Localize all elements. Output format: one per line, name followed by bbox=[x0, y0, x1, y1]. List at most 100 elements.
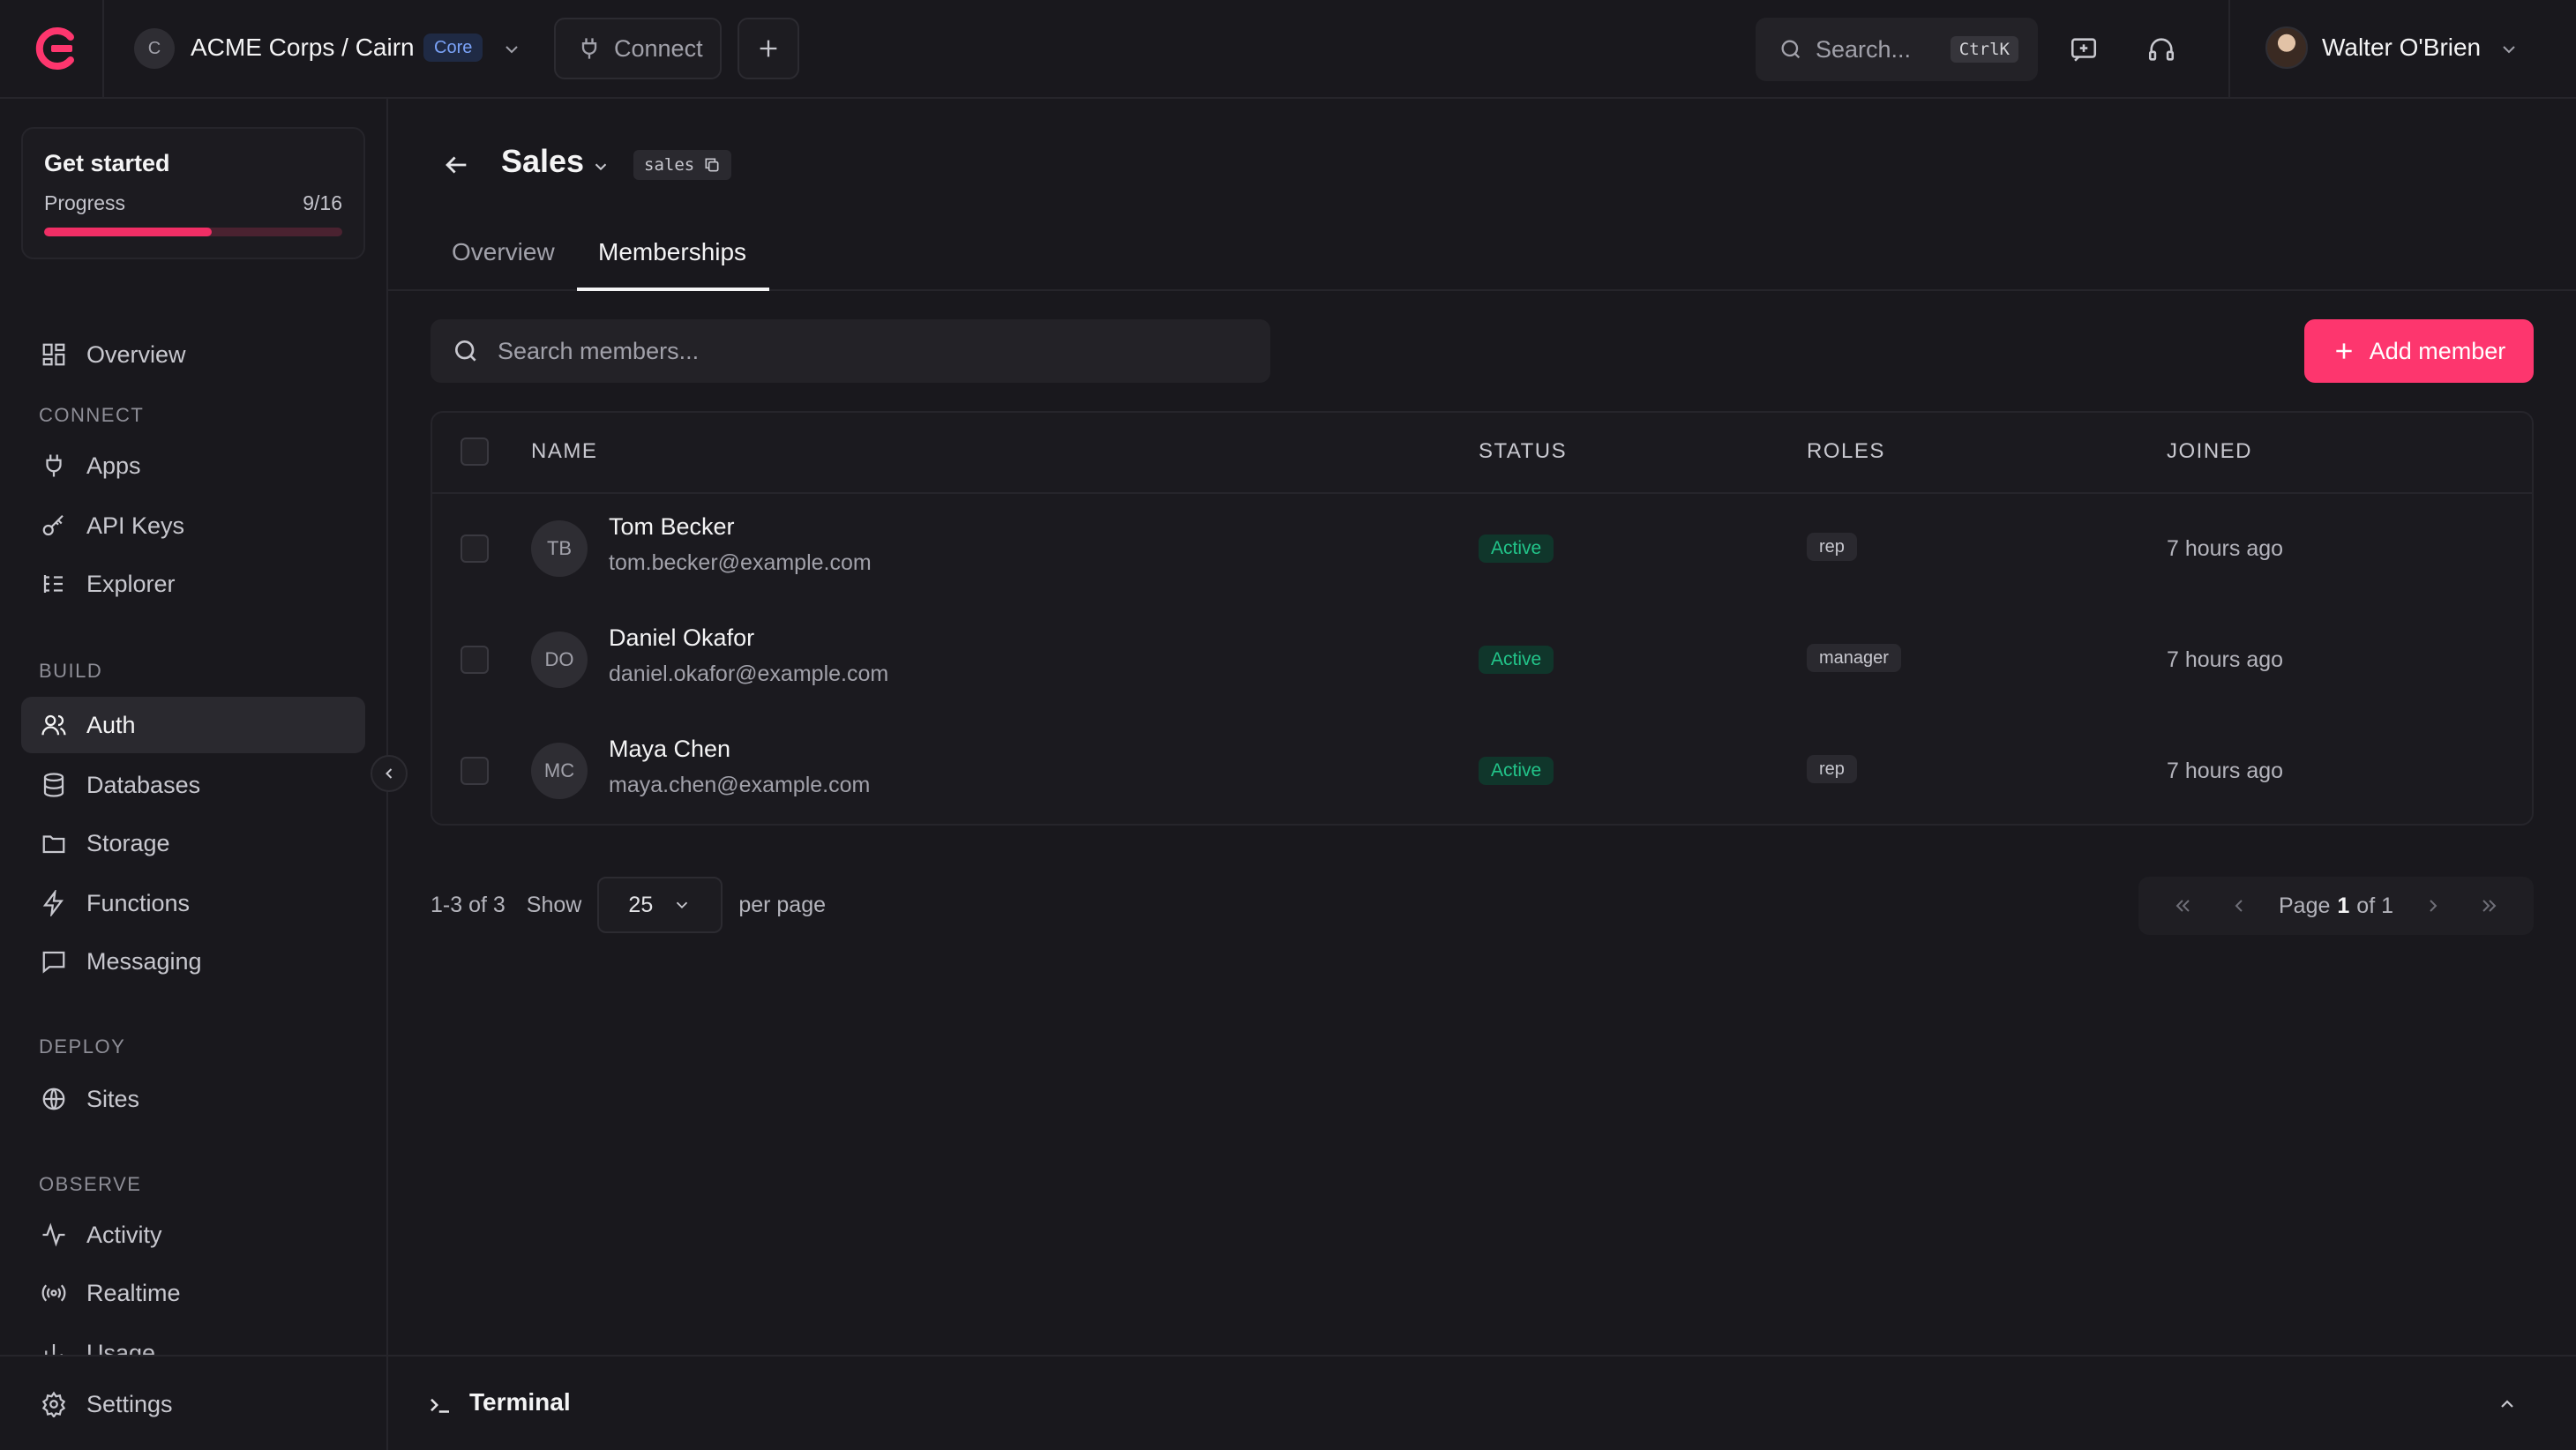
column-name[interactable]: NAME bbox=[531, 439, 597, 464]
pagination-summary: 1-3 of 3 Show 25 per page bbox=[431, 877, 826, 933]
row-checkbox[interactable] bbox=[461, 646, 489, 674]
column-status[interactable]: STATUS bbox=[1479, 439, 1567, 464]
prev-page-icon[interactable] bbox=[2211, 885, 2267, 927]
member-name: Maya Chen bbox=[609, 736, 731, 762]
sidebar-item-label: Apps bbox=[86, 452, 141, 479]
project-avatar[interactable]: C bbox=[134, 28, 175, 69]
globe-icon bbox=[39, 1084, 69, 1114]
sidebar-item-explorer[interactable]: Explorer bbox=[21, 556, 365, 612]
members-table: NAME STATUS ROLES JOINED TB Tom Becker t… bbox=[431, 411, 2534, 826]
range-text: 1-3 of 3 bbox=[431, 892, 505, 917]
sidebar-item-label: Overview bbox=[86, 340, 186, 368]
create-button[interactable] bbox=[738, 18, 799, 79]
role-badge: rep bbox=[1807, 755, 1857, 783]
list-tree-icon bbox=[39, 569, 69, 599]
tab-memberships[interactable]: Memberships bbox=[577, 228, 769, 291]
sidebar-item-label: Storage bbox=[86, 829, 170, 856]
section-build: BUILD bbox=[39, 660, 103, 682]
sidebar-item-api-keys[interactable]: API Keys bbox=[21, 497, 365, 554]
sidebar-item-realtime[interactable]: Realtime bbox=[21, 1265, 365, 1321]
first-page-icon[interactable] bbox=[2154, 885, 2211, 927]
chevron-left-icon bbox=[380, 765, 398, 782]
chevron-up-icon[interactable] bbox=[2497, 1394, 2518, 1415]
project-switcher[interactable]: ACME Corps / Cairn bbox=[191, 34, 415, 62]
chevron-down-icon[interactable] bbox=[591, 157, 610, 176]
pagination-controls: Page 1 of 1 bbox=[2138, 877, 2534, 935]
user-avatar[interactable] bbox=[2265, 26, 2308, 69]
member-email: maya.chen@example.com bbox=[609, 773, 871, 797]
collapse-sidebar-button[interactable] bbox=[371, 755, 408, 792]
tab-overview[interactable]: Overview bbox=[452, 228, 575, 291]
sidebar-item-messaging[interactable]: Messaging bbox=[21, 933, 365, 990]
sidebar-item-overview[interactable]: Overview bbox=[21, 326, 365, 383]
section-observe: OBSERVE bbox=[39, 1173, 142, 1195]
page-current: 1 bbox=[2337, 893, 2350, 918]
sidebar-item-auth[interactable]: Auth bbox=[21, 697, 365, 753]
status-badge: Active bbox=[1479, 757, 1554, 785]
joined-time: 7 hours ago bbox=[2167, 759, 2284, 783]
row-checkbox[interactable] bbox=[461, 534, 489, 563]
chevron-down-icon bbox=[672, 895, 692, 915]
joined-time: 7 hours ago bbox=[2167, 647, 2284, 672]
table-row[interactable]: DO Daniel Okafor daniel.okafor@example.c… bbox=[432, 605, 2532, 716]
chevron-down-icon[interactable] bbox=[501, 39, 522, 60]
support-headset-icon[interactable] bbox=[2144, 32, 2179, 67]
divider bbox=[2228, 0, 2230, 99]
folder-icon bbox=[39, 828, 69, 858]
get-started-title: Get started bbox=[44, 150, 170, 176]
appwrite-logo-icon[interactable] bbox=[32, 26, 76, 71]
row-checkbox[interactable] bbox=[461, 757, 489, 785]
lightning-icon bbox=[39, 888, 69, 918]
sidebar-item-settings[interactable]: Settings bbox=[21, 1376, 365, 1432]
plus-icon bbox=[2333, 340, 2355, 362]
last-page-icon[interactable] bbox=[2461, 885, 2518, 927]
sidebar-item-functions[interactable]: Functions bbox=[21, 875, 365, 931]
user-name[interactable]: Walter O'Brien bbox=[2322, 34, 2481, 62]
add-member-label: Add member bbox=[2369, 337, 2506, 364]
sidebar-item-databases[interactable]: Databases bbox=[21, 757, 365, 813]
sidebar-item-label: Explorer bbox=[86, 570, 176, 597]
member-email: tom.becker@example.com bbox=[609, 550, 872, 575]
broadcast-icon bbox=[39, 1278, 69, 1308]
connect-button[interactable]: Connect bbox=[554, 18, 722, 79]
sidebar-item-sites[interactable]: Sites bbox=[21, 1071, 365, 1127]
column-roles[interactable]: ROLES bbox=[1807, 439, 1885, 464]
top-bar: C ACME Corps / Cairn Core Connect Search… bbox=[0, 0, 2576, 99]
select-all-checkbox[interactable] bbox=[461, 437, 489, 466]
tab-bar: Overview Memberships bbox=[388, 228, 2576, 291]
feedback-icon[interactable] bbox=[2066, 32, 2101, 67]
team-id-badge[interactable]: sales bbox=[633, 150, 732, 180]
team-id: sales bbox=[644, 155, 695, 175]
plan-badge: Core bbox=[423, 34, 483, 62]
section-deploy: DEPLOY bbox=[39, 1035, 126, 1058]
page-title[interactable]: Sales bbox=[501, 143, 584, 180]
sidebar-item-activity[interactable]: Activity bbox=[21, 1207, 365, 1263]
per-page-select[interactable]: 25 bbox=[597, 877, 723, 933]
show-label: Show bbox=[526, 892, 582, 917]
sidebar-item-label: Databases bbox=[86, 771, 201, 798]
get-started-card[interactable]: Get started Progress 9/16 bbox=[21, 127, 365, 259]
member-search-input[interactable] bbox=[498, 337, 1221, 365]
sidebar-footer: Settings bbox=[0, 1355, 386, 1450]
table-row[interactable]: TB Tom Becker tom.becker@example.com Act… bbox=[432, 494, 2532, 605]
column-joined[interactable]: JOINED bbox=[2167, 439, 2252, 464]
member-search[interactable] bbox=[431, 319, 1270, 383]
terminal-panel[interactable]: Terminal bbox=[388, 1355, 2576, 1450]
page-indicator: Page 1 of 1 bbox=[2267, 893, 2405, 919]
next-page-icon[interactable] bbox=[2405, 885, 2461, 927]
chevron-down-icon[interactable] bbox=[2498, 39, 2520, 60]
sidebar-item-label: Realtime bbox=[86, 1279, 181, 1306]
add-member-button[interactable]: Add member bbox=[2304, 319, 2534, 383]
back-arrow-icon[interactable] bbox=[441, 150, 471, 180]
sidebar-item-storage[interactable]: Storage bbox=[21, 815, 365, 871]
global-search[interactable]: Search... CtrlK bbox=[1756, 18, 2038, 81]
table-row[interactable]: MC Maya Chen maya.chen@example.com Activ… bbox=[432, 716, 2532, 824]
search-icon bbox=[1778, 37, 1803, 62]
activity-icon bbox=[39, 1220, 69, 1250]
divider bbox=[102, 0, 104, 99]
copy-icon[interactable] bbox=[703, 156, 721, 174]
member-name: Daniel Okafor bbox=[609, 624, 755, 651]
role-badge: manager bbox=[1807, 644, 1901, 672]
dashboard-grid-icon bbox=[39, 340, 69, 370]
sidebar-item-apps[interactable]: Apps bbox=[21, 437, 365, 494]
